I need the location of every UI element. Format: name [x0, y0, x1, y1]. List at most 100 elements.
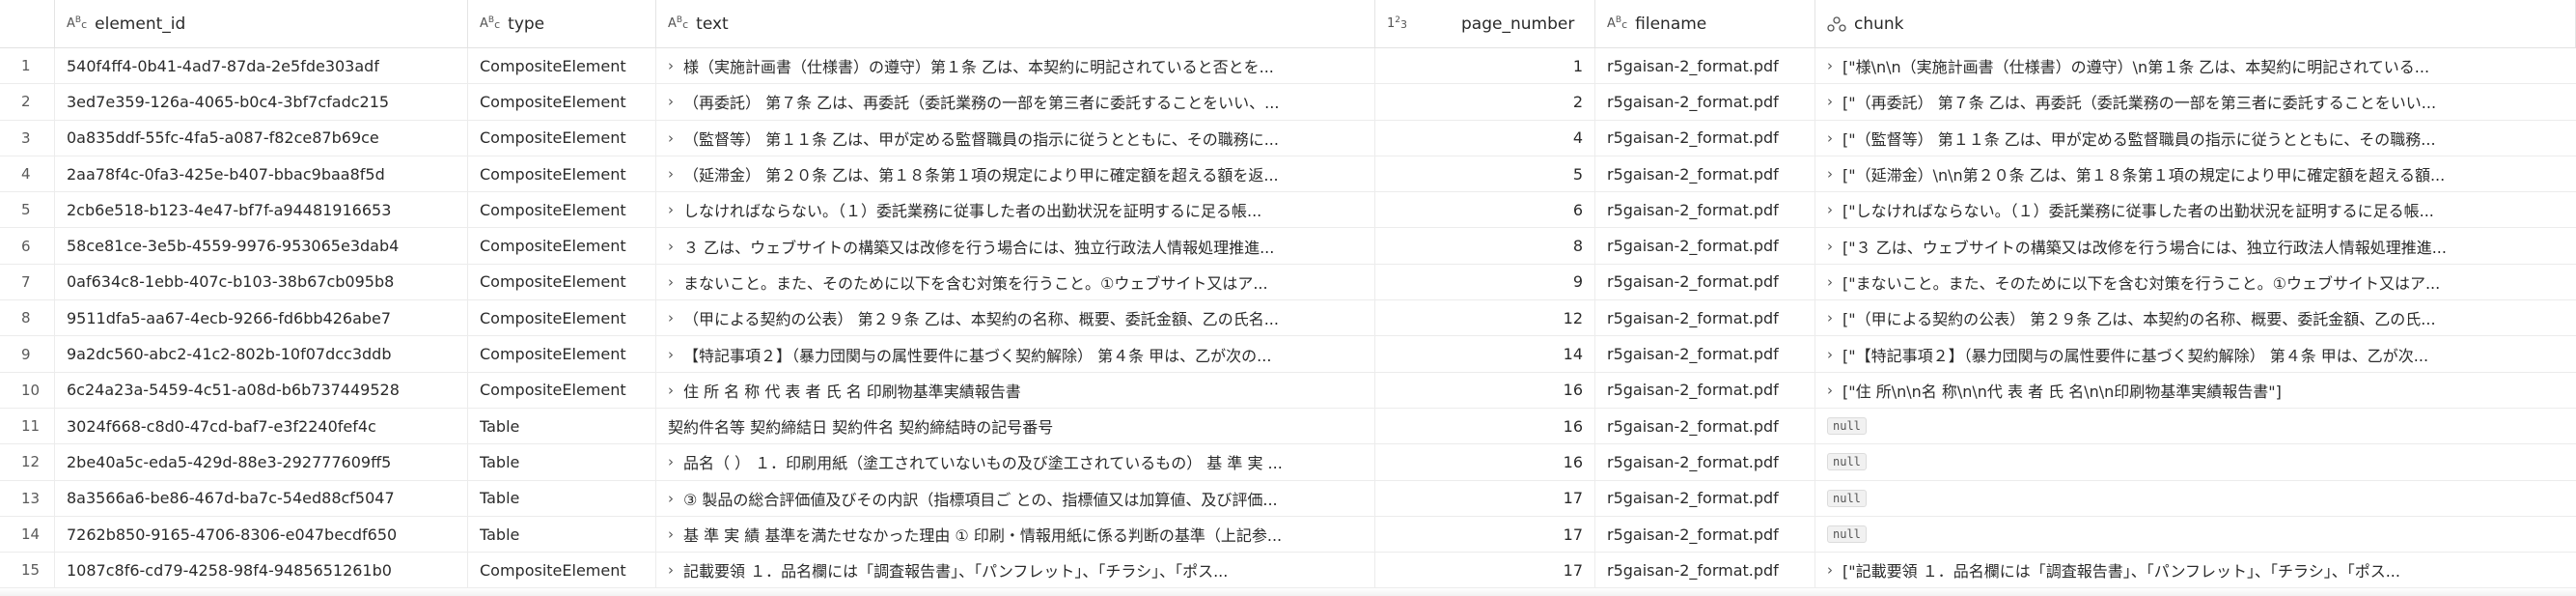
cell-type[interactable]: CompositeElement	[468, 336, 656, 372]
cell-chunk[interactable]: › ["しなければならない。（１）委託業務に従事した者の出勤状況を証明するに足る帳…	[1815, 192, 2576, 227]
cell-page-number[interactable]: 16	[1375, 444, 1595, 480]
cell-filename[interactable]: r5gaisan-2_format.pdf	[1595, 264, 1815, 300]
cell-text[interactable]: › 基 準 実 績 基準を満たせなかった理由 ① 印刷・情報用紙に係る判断の基準（…	[656, 516, 1375, 553]
header-text[interactable]: ABc text	[656, 0, 1375, 47]
expand-chevron-icon[interactable]: ›	[1827, 561, 1833, 579]
expand-chevron-icon[interactable]: ›	[668, 561, 674, 579]
expand-chevron-icon[interactable]: ›	[668, 382, 674, 399]
table-row[interactable]: 9 9a2dc560-abc2-41c2-802b-10f07dcc3ddb Com…	[0, 336, 2576, 373]
cell-page-number[interactable]: 16	[1375, 372, 1595, 408]
cell-text[interactable]: › ３ 乙は、ウェブサイトの構築又は改修を行う場合には、独立行政法人情報処理推進.…	[656, 228, 1375, 264]
expand-chevron-icon[interactable]: ›	[1827, 57, 1833, 74]
cell-element-id[interactable]: 2be40a5c-eda5-429d-88e3-292777609ff5	[55, 444, 468, 480]
cell-page-number[interactable]: 17	[1375, 516, 1595, 553]
cell-filename[interactable]: r5gaisan-2_format.pdf	[1595, 408, 1815, 444]
cell-type[interactable]: CompositeElement	[468, 84, 656, 120]
header-page-number[interactable]: 123 page_number	[1375, 0, 1595, 47]
cell-element-id[interactable]: 8a3566a6-be86-467d-ba7c-54ed88cf5047	[55, 480, 468, 516]
expand-chevron-icon[interactable]: ›	[1827, 273, 1833, 291]
cell-type[interactable]: Table	[468, 480, 656, 516]
cell-chunk[interactable]: › ["記載要領 １．品名欄には「調査報告書」、「パンフレット」、「チラシ」、「ポ…	[1815, 553, 2576, 587]
cell-filename[interactable]: r5gaisan-2_format.pdf	[1595, 372, 1815, 408]
cell-filename[interactable]: r5gaisan-2_format.pdf	[1595, 336, 1815, 372]
cell-text[interactable]: › （延滞金） 第２０条 乙は、第１８条第１項の規定により甲に確定額を超える額を返…	[656, 156, 1375, 192]
expand-chevron-icon[interactable]: ›	[668, 273, 674, 291]
table-row[interactable]: 11 3024f668-c8d0-47cd-baf7-e3f2240fef4c Ta…	[0, 408, 2576, 445]
cell-type[interactable]: CompositeElement	[468, 300, 656, 336]
expand-chevron-icon[interactable]: ›	[668, 453, 674, 470]
expand-chevron-icon[interactable]: ›	[668, 129, 674, 147]
cell-type[interactable]: CompositeElement	[468, 372, 656, 408]
cell-element-id[interactable]: 3ed7e359-126a-4065-b0c4-3bf7cfadc215	[55, 84, 468, 120]
cell-text[interactable]: › ③ 製品の総合評価値及びその内訳（指標項目ご との、指標値又は加算値、及び評価…	[656, 480, 1375, 516]
table-row[interactable]: 7 0af634c8-1ebb-407c-b103-38b67cb095b8 Com…	[0, 264, 2576, 301]
cell-chunk[interactable]: › ["（監督等） 第１１条 乙は、甲が定める監督職員の指示に従うとともに、その職…	[1815, 121, 2576, 156]
expand-chevron-icon[interactable]: ›	[668, 309, 674, 326]
table-row[interactable]: 13 8a3566a6-be86-467d-ba7c-54ed88cf5047 Ta…	[0, 480, 2576, 517]
table-row[interactable]: 8 9511dfa5-aa67-4ecb-9266-fd6bb426abe7 Com…	[0, 300, 2576, 337]
table-row[interactable]: 6 58ce81ce-3e5b-4559-9976-953065e3dab4 Com…	[0, 228, 2576, 265]
cell-page-number[interactable]: 5	[1375, 156, 1595, 192]
expand-chevron-icon[interactable]: ›	[668, 93, 674, 110]
cell-filename[interactable]: r5gaisan-2_format.pdf	[1595, 228, 1815, 264]
cell-element-id[interactable]: 0a835ddf-55fc-4fa5-a087-f82ce87b69ce	[55, 120, 468, 156]
expand-chevron-icon[interactable]: ›	[668, 525, 674, 543]
cell-type[interactable]: CompositeElement	[468, 228, 656, 264]
cell-type[interactable]: Table	[468, 516, 656, 553]
cell-page-number[interactable]: 1	[1375, 48, 1595, 84]
cell-element-id[interactable]: 2cb6e518-b123-4e47-bf7f-a94481916653	[55, 192, 468, 228]
expand-chevron-icon[interactable]: ›	[668, 57, 674, 74]
cell-text[interactable]: › しなければならない。（１）委託業務に従事した者の出勤状況を証明するに足る帳..…	[656, 192, 1375, 228]
expand-chevron-icon[interactable]: ›	[1827, 165, 1833, 183]
cell-chunk[interactable]: null	[1815, 409, 2576, 443]
expand-chevron-icon[interactable]: ›	[1827, 93, 1833, 110]
header-chunk[interactable]: chunk	[1815, 0, 2576, 47]
cell-type[interactable]: CompositeElement	[468, 120, 656, 156]
cell-filename[interactable]: r5gaisan-2_format.pdf	[1595, 516, 1815, 553]
cell-page-number[interactable]: 12	[1375, 300, 1595, 336]
expand-chevron-icon[interactable]: ›	[668, 238, 674, 255]
cell-filename[interactable]: r5gaisan-2_format.pdf	[1595, 156, 1815, 192]
header-filename[interactable]: ABc filename	[1595, 0, 1815, 47]
cell-element-id[interactable]: 0af634c8-1ebb-407c-b103-38b67cb095b8	[55, 264, 468, 300]
cell-text[interactable]: › まないこと。また、そのために以下を含む対策を行うこと。①ウェブサイト又はア..…	[656, 264, 1375, 300]
table-row[interactable]: 1 540f4ff4-0b41-4ad7-87da-2e5fde303adf Com…	[0, 48, 2576, 85]
cell-element-id[interactable]: 1087c8f6-cd79-4258-98f4-9485651261b0	[55, 553, 468, 588]
cell-chunk[interactable]: › ["（甲による契約の公表） 第２９条 乙は、本契約の名称、概要、委託金額、乙の…	[1815, 300, 2576, 335]
cell-text[interactable]: › （監督等） 第１１条 乙は、甲が定める監督職員の指示に従うとともに、その職務に…	[656, 120, 1375, 156]
cell-chunk[interactable]: › ["（再委託） 第７条 乙は、再委託（委託業務の一部を第三者に委託することをい…	[1815, 84, 2576, 119]
cell-element-id[interactable]: 9a2dc560-abc2-41c2-802b-10f07dcc3ddb	[55, 336, 468, 372]
cell-chunk[interactable]: null	[1815, 481, 2576, 516]
table-row[interactable]: 5 2cb6e518-b123-4e47-bf7f-a94481916653 Com…	[0, 192, 2576, 229]
cell-element-id[interactable]: 58ce81ce-3e5b-4559-9976-953065e3dab4	[55, 228, 468, 264]
cell-type[interactable]: CompositeElement	[468, 192, 656, 228]
table-row[interactable]: 2 3ed7e359-126a-4065-b0c4-3bf7cfadc215 Com…	[0, 84, 2576, 121]
table-row[interactable]: 12 2be40a5c-eda5-429d-88e3-292777609ff5 Ta…	[0, 444, 2576, 481]
expand-chevron-icon[interactable]: ›	[668, 346, 674, 363]
cell-element-id[interactable]: 6c24a23a-5459-4c51-a08d-b6b737449528	[55, 372, 468, 408]
expand-chevron-icon[interactable]: ›	[1827, 382, 1833, 399]
expand-chevron-icon[interactable]: ›	[1827, 238, 1833, 255]
cell-element-id[interactable]: 7262b850-9165-4706-8306-e047becdf650	[55, 516, 468, 553]
cell-chunk[interactable]: › ["【特記事項２】（暴力団関与の属性要件に基づく契約解除） 第４条 甲は、乙が…	[1815, 336, 2576, 371]
cell-page-number[interactable]: 9	[1375, 264, 1595, 300]
cell-chunk[interactable]: › ["様\n\n（実施計画書（仕様書）の遵守）\n第１条 乙は、本契約に明記され…	[1815, 48, 2576, 83]
cell-type[interactable]: Table	[468, 444, 656, 480]
cell-element-id[interactable]: 3024f668-c8d0-47cd-baf7-e3f2240fef4c	[55, 408, 468, 444]
header-element-id[interactable]: ABc element_id	[55, 0, 468, 47]
cell-page-number[interactable]: 16	[1375, 408, 1595, 444]
cell-text[interactable]: › （甲による契約の公表） 第２９条 乙は、本契約の名称、概要、委託金額、乙の氏名…	[656, 300, 1375, 336]
table-row[interactable]: 14 7262b850-9165-4706-8306-e047becdf650 Ta…	[0, 516, 2576, 553]
cell-text[interactable]: › 様（実施計画書（仕様書）の遵守）第１条 乙は、本契約に明記されていると否とを.…	[656, 48, 1375, 84]
cell-filename[interactable]: r5gaisan-2_format.pdf	[1595, 84, 1815, 120]
cell-chunk[interactable]: null	[1815, 517, 2576, 552]
cell-page-number[interactable]: 17	[1375, 480, 1595, 516]
table-row[interactable]: 15 1087c8f6-cd79-4258-98f4-9485651261b0 Co…	[0, 553, 2576, 589]
cell-type[interactable]: CompositeElement	[468, 264, 656, 300]
cell-filename[interactable]: r5gaisan-2_format.pdf	[1595, 192, 1815, 228]
expand-chevron-icon[interactable]: ›	[668, 165, 674, 183]
expand-chevron-icon[interactable]: ›	[1827, 309, 1833, 326]
cell-text[interactable]: › 品名（ ） １．印刷用紙（塗工されていないもの及び塗工されているもの） 基 準…	[656, 444, 1375, 480]
cell-page-number[interactable]: 17	[1375, 553, 1595, 588]
expand-chevron-icon[interactable]: ›	[1827, 129, 1833, 147]
